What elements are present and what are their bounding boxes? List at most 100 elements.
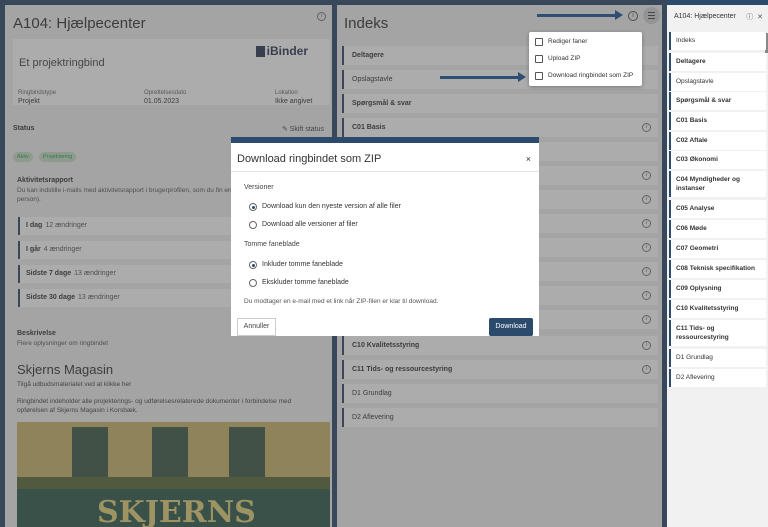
info-icon[interactable]: i (642, 123, 651, 132)
navigation-sidebar: A104: Hjælpecenter ⓘ ✕ Indeks Deltagere … (667, 5, 768, 527)
activity-row-today[interactable]: I dag 12 ændringer (18, 217, 234, 235)
page-title: A104: Hjælpecenter (13, 15, 146, 32)
sidebar-item-c08[interactable]: C08 Teknisk specifikation (669, 260, 766, 278)
sidebar-item-c09[interactable]: C09 Oplysning (669, 280, 766, 298)
activity-row-7-days[interactable]: Sidste 7 dage 13 ændringer (18, 265, 234, 283)
sidebar-item-indeks[interactable]: Indeks (669, 32, 766, 50)
tender-link[interactable]: Tilgå udbudsmaterialet ved at klikke her (17, 381, 131, 388)
cancel-button[interactable]: Annuller (237, 318, 276, 336)
sidebar-item-opslagstavle[interactable]: Opslagstavle (669, 73, 766, 91)
info-icon[interactable]: i (642, 315, 651, 324)
sidebar-item-c03[interactable]: C03 Økonomi (669, 151, 766, 169)
logo-text: iBinder (266, 44, 308, 58)
info-icon[interactable]: i (317, 12, 326, 21)
edit-icon (535, 38, 543, 46)
radio-latest-version[interactable] (249, 203, 257, 211)
activity-row-count: 12 ændringer (45, 222, 87, 229)
info-icon[interactable]: i (642, 365, 651, 374)
menu-item-upload-zip[interactable]: Upload ZIP (535, 53, 581, 65)
index-row-qa[interactable]: Spørgsmål & svar (342, 94, 658, 113)
info-icon[interactable]: i (642, 341, 651, 350)
index-row-label: Opslagstavle (352, 76, 393, 83)
index-row-label: D2 Aflevering (352, 414, 394, 421)
versions-label: Versioner (244, 184, 274, 191)
sidebar-item-c02[interactable]: C02 Aftale (669, 132, 766, 150)
index-row-d1[interactable]: D1 Grundlag (342, 384, 658, 403)
menu-item-edit-tabs[interactable]: Rediger faner (535, 36, 587, 48)
sidebar-item-c07[interactable]: C07 Geometri (669, 240, 766, 258)
info-icon[interactable]: i (642, 219, 651, 228)
annotation-arrow (440, 72, 526, 82)
dialog-title: Download ringbindet som ZIP (237, 153, 382, 165)
sidebar-item-c11[interactable]: C11 Tids- og ressourcestyring (669, 320, 766, 346)
download-button[interactable]: Download (489, 318, 533, 336)
index-row-c11[interactable]: C11 Tids- og ressourcestyring i (342, 360, 658, 379)
info-icon[interactable]: i (642, 291, 651, 300)
sidebar-item-d1[interactable]: D1 Grundlag (669, 349, 766, 367)
activity-row-count: 4 ændringer (43, 246, 82, 253)
info-icon[interactable]: i (642, 171, 651, 180)
index-row-c01[interactable]: C01 Basis i (342, 118, 658, 137)
index-row-label: C01 Basis (352, 124, 386, 131)
radio-all-versions[interactable] (249, 221, 257, 229)
menu-button[interactable] (643, 7, 660, 24)
meta-label-type: Ringbindstype (18, 90, 57, 96)
sidebar-item-deltagere[interactable]: Deltagere (669, 53, 766, 71)
activity-row-label: I dag (26, 222, 43, 229)
status-chip-active: Aktiv (13, 152, 33, 162)
activity-row-yesterday[interactable]: I går 4 ændringer (18, 241, 234, 259)
magasin-description: Ringbindet indeholder alle projekterings… (17, 398, 292, 414)
index-row-label: Deltagere (352, 52, 384, 59)
building-photo-graphic: SKJERNS (17, 422, 330, 527)
sidebar-item-qa[interactable]: Spørgsmål & svar (669, 92, 766, 110)
index-row-label: C11 Tids- og ressourcestyring (352, 366, 453, 373)
index-title: Indeks (344, 15, 389, 32)
close-icon[interactable]: × (526, 154, 531, 164)
sidebar-item-c10[interactable]: C10 Kvalitetsstyring (669, 300, 766, 318)
activity-report-heading: Aktivitetsrapport (17, 177, 74, 184)
meta-label-date: Oprettelsesdato (144, 90, 187, 96)
binder-subtitle: Et projektringbind (19, 57, 105, 69)
sidebar-item-c04[interactable]: C04 Myndigheder og instanser (669, 171, 766, 197)
index-row-label: Spørgsmål & svar (352, 100, 412, 107)
info-icon[interactable]: i (642, 267, 651, 276)
activity-row-count: 13 ændringer (78, 294, 120, 301)
sidebar-item-c05[interactable]: C05 Analyse (669, 200, 766, 218)
ibinder-logo: iBinder (255, 44, 308, 58)
sidebar-item-d2[interactable]: D2 Aflevering (669, 369, 766, 387)
menu-item-label: Upload ZIP (548, 55, 581, 62)
close-icon[interactable]: ✕ (757, 14, 763, 21)
info-icon[interactable]: ⓘ (746, 14, 753, 21)
info-icon[interactable]: i (628, 11, 638, 21)
magasin-title: Skjerns Magasin (17, 362, 114, 377)
status-chip-phase: Projektering (39, 152, 77, 162)
annotation-arrow (537, 10, 623, 20)
index-row-d2[interactable]: D2 Aflevering (342, 408, 658, 427)
sidebar-item-c06[interactable]: C06 Møde (669, 220, 766, 238)
radio-label-latest: Download kun den nyeste version af alle … (262, 203, 401, 210)
menu-item-download-zip[interactable]: Download ringbindet som ZIP (535, 70, 633, 82)
building-photo: SKJERNS (17, 422, 330, 527)
activity-row-count: 13 ændringer (74, 270, 116, 277)
info-icon[interactable]: i (642, 243, 651, 252)
activity-row-label: Sidste 7 dage (26, 270, 72, 277)
menu-item-label: Download ringbindet som ZIP (548, 72, 634, 79)
download-zip-dialog: Download ringbindet som ZIP × Versioner … (231, 137, 539, 336)
index-row-c10[interactable]: C10 Kvalitetsstyring i (342, 336, 658, 355)
sidebar-title: A104: Hjælpecenter (674, 13, 736, 20)
empty-tabs-label: Tomme faneblade (244, 241, 300, 248)
photo-sign-text: SKJERNS (97, 495, 256, 527)
menu-item-label: Rediger faner (548, 38, 588, 45)
activity-row-label: I går (26, 246, 41, 253)
radio-exclude-empty[interactable] (249, 279, 257, 287)
radio-include-empty[interactable] (249, 261, 257, 269)
binder-header-card: Et projektringbind iBinder Ringbindstype… (13, 39, 330, 105)
change-status-button[interactable]: ✎ Skift status (282, 125, 324, 133)
index-row-label: D1 Grundlag (352, 390, 392, 397)
sidebar-item-c01[interactable]: C01 Basis (669, 112, 766, 130)
activity-row-30-days[interactable]: Sidste 30 dage 13 ændringer (18, 289, 234, 307)
radio-label-exclude: Ekskluder tomme faneblade (262, 279, 349, 286)
meta-value-type: Projekt (18, 98, 40, 105)
meta-label-location: Lokation (275, 90, 298, 96)
info-icon[interactable]: i (642, 195, 651, 204)
